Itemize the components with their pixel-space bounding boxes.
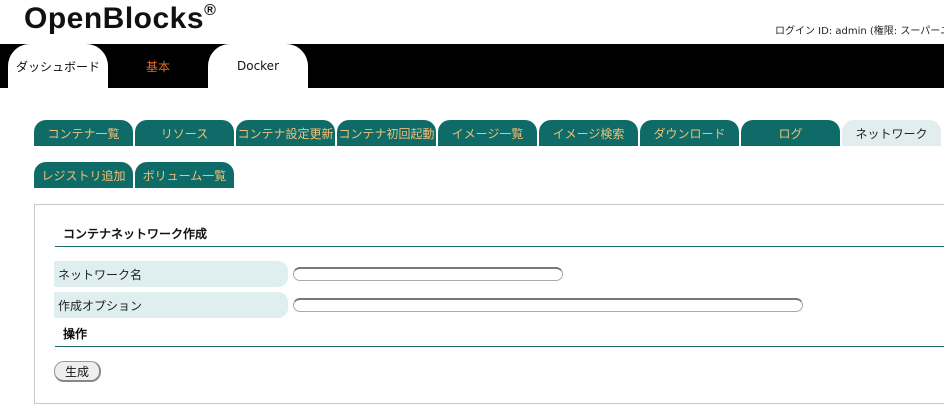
subtab-registry-add[interactable]: レジストリ追加 <box>34 162 133 188</box>
subtab-log[interactable]: ログ <box>741 120 840 146</box>
create-options-input[interactable] <box>293 298 803 312</box>
tab-dashboard[interactable]: ダッシュボード <box>8 44 108 88</box>
subtab-image-search[interactable]: イメージ検索 <box>539 120 638 146</box>
login-info: ログイン ID: admin (権限: スーパーユ <box>775 26 944 37</box>
tab-basic[interactable]: 基本 <box>126 44 190 88</box>
create-options-label: 作成オプション <box>54 292 288 318</box>
subtab-container-settings-update[interactable]: コンテナ設定更新 <box>236 120 335 146</box>
tab-docker[interactable]: Docker <box>208 44 308 88</box>
form-title: コンテナネットワーク作成 <box>63 227 208 241</box>
create-button[interactable]: 生成 <box>54 361 101 382</box>
operation-divider <box>55 346 944 347</box>
subtab-download[interactable]: ダウンロード <box>640 120 739 146</box>
subtab-container-initial-start[interactable]: コンテナ初回起動 <box>337 120 436 146</box>
title-divider <box>55 246 944 247</box>
subtab-volume-list[interactable]: ボリューム一覧 <box>135 162 234 188</box>
subtab-container-list[interactable]: コンテナ一覧 <box>34 120 133 146</box>
subtab-image-list[interactable]: イメージ一覧 <box>438 120 537 146</box>
network-name-input[interactable] <box>293 267 563 281</box>
subtab-resource[interactable]: リソース <box>135 120 234 146</box>
network-name-label: ネットワーク名 <box>54 261 288 287</box>
openblocks-logo: OpenBlocks® <box>24 2 217 35</box>
operation-heading: 操作 <box>63 327 88 341</box>
subtab-network[interactable]: ネットワーク <box>842 120 941 146</box>
